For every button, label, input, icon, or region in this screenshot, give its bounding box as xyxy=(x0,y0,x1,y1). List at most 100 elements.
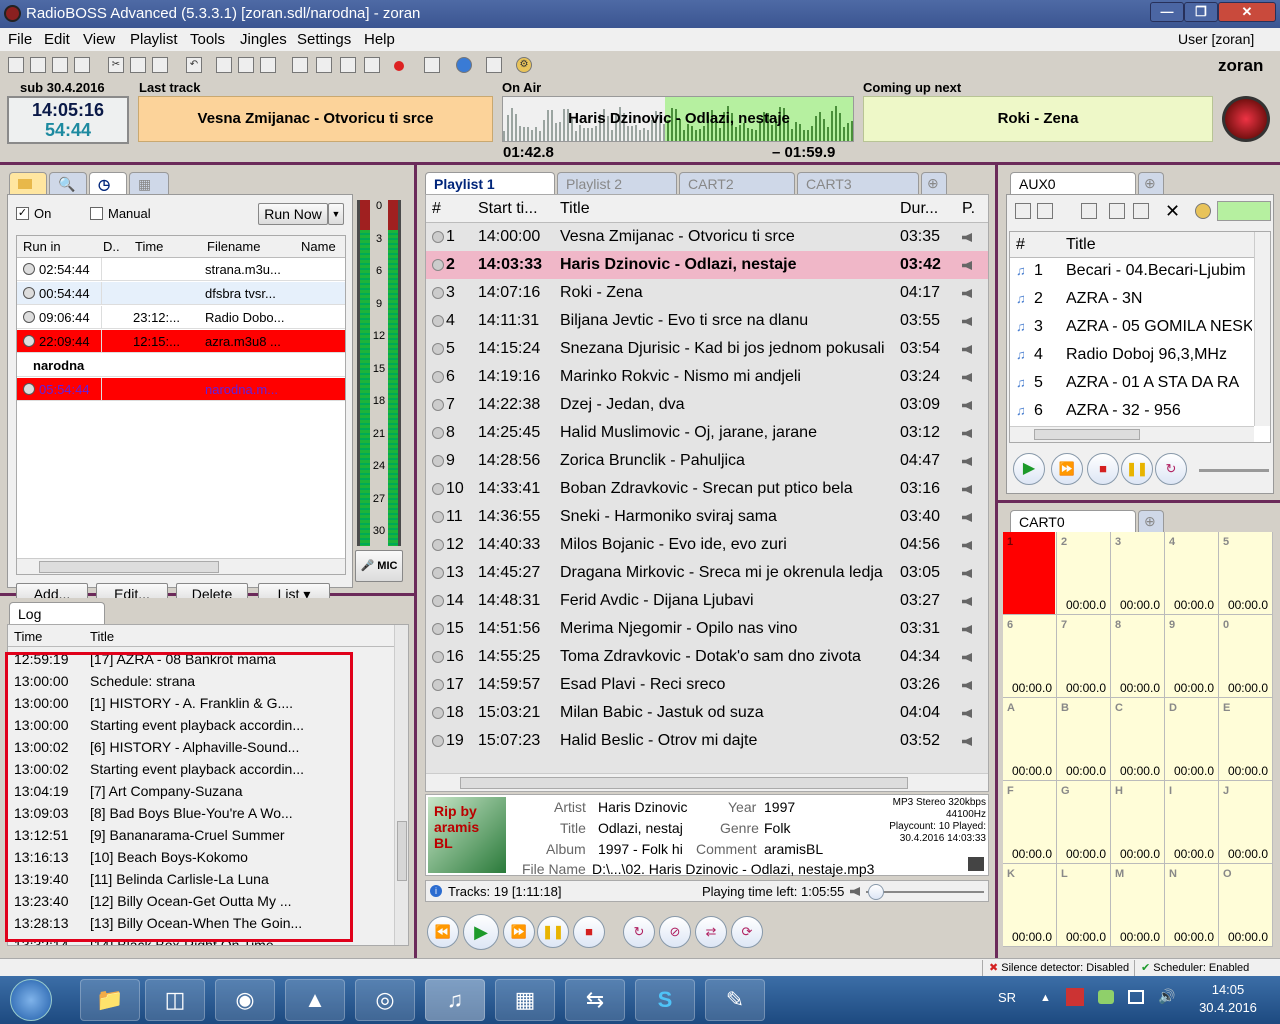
cart-slot[interactable]: 0 00:00.0 xyxy=(1219,615,1273,698)
aux-next-button[interactable]: ⏩ xyxy=(1051,453,1083,485)
speaker-icon[interactable] xyxy=(962,261,972,270)
volume-icon[interactable] xyxy=(850,887,860,896)
playlist-row[interactable]: 7 14:22:38 Dzej - Jedan, dva 03:09 xyxy=(426,391,988,419)
volume-tray-icon[interactable]: 🔊 xyxy=(1158,988,1175,1005)
aux-settings-icon[interactable] xyxy=(1195,203,1211,219)
playlist-row[interactable]: 13 14:45:27 Dragana Mirkovic - Sreca mi je… xyxy=(426,559,988,587)
speaker-icon[interactable] xyxy=(962,653,972,662)
tray-clock[interactable]: 14:05 30.4.2016 xyxy=(1186,982,1270,1015)
new-icon[interactable] xyxy=(8,57,24,73)
aux-hscrollbar[interactable] xyxy=(1010,426,1254,442)
cart-slot[interactable]: E 00:00.0 xyxy=(1219,698,1273,781)
cart-slot[interactable]: 3 00:00.0 xyxy=(1111,532,1165,615)
cut-icon[interactable]: ✂ xyxy=(108,57,124,73)
col-log-title[interactable]: Title xyxy=(90,629,114,644)
cart-slot[interactable]: 1 xyxy=(1003,532,1057,615)
network-icon[interactable] xyxy=(1128,990,1144,1004)
playlist-row[interactable]: 1 14:00:00 Vesna Zmijanac - Otvoricu ti sr… xyxy=(426,223,988,251)
cart-slot[interactable]: F 00:00.0 xyxy=(1003,781,1057,864)
scrollbar-thumb[interactable] xyxy=(397,821,407,881)
playlist-row[interactable]: 19 15:07:23 Halid Beslic - Otrov mi dajte 0… xyxy=(426,727,988,755)
log-tab[interactable]: Log xyxy=(9,602,105,624)
maximize-button[interactable]: ❐ xyxy=(1184,2,1218,22)
notepad-icon[interactable]: ✎ xyxy=(705,979,765,1021)
aux-pause-button[interactable]: ❚❚ xyxy=(1121,453,1153,485)
scheduler-tab-folder[interactable] xyxy=(9,172,47,194)
scheduler-row[interactable]: 00:54:44 dfsbra tvsr... xyxy=(17,282,345,305)
menu-tools[interactable]: Tools xyxy=(190,31,225,48)
aux-new-icon[interactable] xyxy=(1015,203,1031,219)
col-duration[interactable]: Dur... xyxy=(900,200,938,218)
scheduler-row[interactable]: narodna xyxy=(17,354,345,377)
copy-icon[interactable] xyxy=(130,57,146,73)
scheduler-status[interactable]: ✔ Scheduler: Enabled xyxy=(1134,960,1249,976)
firefox-icon[interactable]: ◉ xyxy=(215,979,275,1021)
volume-thumb[interactable] xyxy=(868,884,884,900)
aux-row[interactable]: ♫ 5 AZRA - 01 A STA DA RA xyxy=(1010,370,1254,398)
cart-slot[interactable]: K 00:00.0 xyxy=(1003,864,1057,947)
speaker-icon[interactable] xyxy=(962,681,972,690)
cart-slot[interactable]: 7 00:00.0 xyxy=(1057,615,1111,698)
scrollbar-thumb[interactable] xyxy=(39,561,219,573)
playlist-row[interactable]: 2 14:03:33 Haris Dzinovic - Odlazi, nestaj… xyxy=(426,251,988,279)
playlist-row[interactable]: 17 14:59:57 Esad Plavi - Reci sreco 03:26 xyxy=(426,671,988,699)
aux-row[interactable]: ♫ 3 AZRA - 05 GOMILA NESK xyxy=(1010,314,1254,342)
play-button[interactable]: ▶ xyxy=(463,914,499,950)
aux-tool2-icon[interactable] xyxy=(1133,203,1149,219)
radioboss-task-icon[interactable]: ♫ xyxy=(425,979,485,1021)
playlist-row[interactable]: 16 14:55:25 Toma Zdravkovic - Dotak'o sam … xyxy=(426,643,988,671)
aux-stop-button[interactable]: ■ xyxy=(1087,453,1119,485)
scheduler-row[interactable]: 09:06:44 23:12:... Radio Dobo... xyxy=(17,306,345,329)
speaker-icon[interactable] xyxy=(962,345,972,354)
menu-playlist[interactable]: Playlist xyxy=(130,31,178,48)
speaker-icon[interactable] xyxy=(962,597,972,606)
scheduler-tab-search[interactable]: 🔍 xyxy=(49,172,87,194)
stop-button[interactable]: ■ xyxy=(573,916,605,948)
open-icon[interactable] xyxy=(30,57,46,73)
scheduler-tab-calendar[interactable]: ▦ xyxy=(129,172,169,194)
cart-slot[interactable]: 9 00:00.0 xyxy=(1165,615,1219,698)
log-vscrollbar[interactable] xyxy=(394,625,408,945)
add-aux-tab-button[interactable]: ⊕ xyxy=(1138,172,1164,194)
aux-row[interactable]: ♫ 1 Becari - 04.Becari-Ljubim xyxy=(1010,258,1254,286)
minimize-button[interactable]: — xyxy=(1150,2,1184,22)
aux-row[interactable]: ♫ 6 AZRA - 32 - 956 xyxy=(1010,398,1254,426)
playlist-row[interactable]: 18 15:03:21 Milan Babic - Jastuk od suza 04… xyxy=(426,699,988,727)
col-name[interactable]: Name xyxy=(301,239,336,254)
tab-playlist-1[interactable]: Playlist 1 xyxy=(425,172,555,194)
mic-button[interactable]: 🎤 MIC xyxy=(355,550,403,582)
col-time[interactable]: Time xyxy=(135,239,163,254)
cart-slot[interactable]: L 00:00.0 xyxy=(1057,864,1111,947)
playlist-row[interactable]: 10 14:33:41 Boban Zdravkovic - Srecan put … xyxy=(426,475,988,503)
shuffle-icon[interactable]: ⇄ xyxy=(695,916,727,948)
loop-icon[interactable]: ↻ xyxy=(623,916,655,948)
tray-app-icon[interactable] xyxy=(1066,988,1084,1006)
cart-slot[interactable]: G 00:00.0 xyxy=(1057,781,1111,864)
aux-remove-icon[interactable]: ✕ xyxy=(1165,201,1180,222)
silence-status[interactable]: ✖ Silence detector: Disabled xyxy=(982,960,1129,976)
scrollbar-thumb[interactable] xyxy=(460,777,908,789)
speaker-icon[interactable] xyxy=(962,513,972,522)
tool4-icon[interactable] xyxy=(364,57,380,73)
aux-tool1-icon[interactable] xyxy=(1109,203,1125,219)
col-aux-number[interactable]: # xyxy=(1016,236,1025,254)
menu-help[interactable]: Help xyxy=(364,31,395,48)
col-number[interactable]: # xyxy=(432,200,441,218)
teamviewer-icon[interactable]: ⇆ xyxy=(565,979,625,1021)
cart-slot[interactable]: J 00:00.0 xyxy=(1219,781,1273,864)
language-indicator[interactable]: SR xyxy=(998,990,1016,1005)
pause-button[interactable]: ❚❚ xyxy=(537,916,569,948)
app-a-icon[interactable]: ▲ xyxy=(285,979,345,1021)
cart-slot[interactable]: 5 00:00.0 xyxy=(1219,532,1273,615)
speaker-icon[interactable] xyxy=(962,373,972,382)
aux-row[interactable]: ♫ 2 AZRA - 3N xyxy=(1010,286,1254,314)
record-icon[interactable] xyxy=(394,61,404,71)
speaker-icon[interactable] xyxy=(962,401,972,410)
cart-slot[interactable]: N 00:00.0 xyxy=(1165,864,1219,947)
col-filename[interactable]: Filename xyxy=(207,239,260,254)
speaker-icon[interactable] xyxy=(962,569,972,578)
layout3-icon[interactable] xyxy=(260,57,276,73)
cart-slot[interactable]: 8 00:00.0 xyxy=(1111,615,1165,698)
aux-row[interactable]: ♫ 4 Radio Doboj 96,3,MHz xyxy=(1010,342,1254,370)
menu-file[interactable]: File xyxy=(8,31,32,48)
